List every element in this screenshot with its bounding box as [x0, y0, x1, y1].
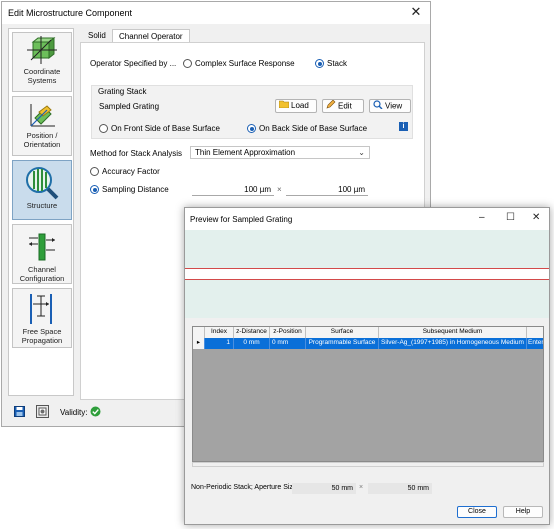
chevron-down-icon: ⌄	[358, 148, 365, 157]
nav-free-space-propagation[interactable]: Free Space Propagation	[12, 288, 72, 348]
cell-subsequent-medium[interactable]: Silver-Ag_(1997+1985) in Homogeneous Med…	[379, 338, 527, 349]
nav-coordinate-systems[interactable]: Coordinate Systems	[12, 32, 72, 92]
cell-z-distance[interactable]: 0 mm	[234, 338, 270, 349]
times-symbol: ×	[277, 185, 282, 194]
cell-index[interactable]: 1	[205, 338, 234, 349]
column-header: Subsequent Medium	[379, 327, 527, 338]
window-title: Edit Microstructure Component	[8, 8, 133, 18]
back-side-label: On Back Side of Base Surface	[259, 124, 368, 133]
front-side-label: On Front Side of Base Surface	[111, 124, 220, 133]
load-button[interactable]: Load	[275, 99, 317, 113]
column-header: Surface	[306, 327, 379, 338]
preview-titlebar: Preview for Sampled Grating – ☐ ✕	[185, 208, 549, 230]
nav-structure[interactable]: Structure	[12, 160, 72, 220]
stack-radio[interactable]	[315, 59, 324, 68]
coordinate-systems-icon	[27, 36, 57, 64]
stack-preview-bottom	[185, 280, 549, 318]
nav-label: Free Space Propagation	[21, 327, 63, 345]
sampling-distance-radio[interactable]	[90, 185, 99, 194]
sampling-distance-label: Sampling Distance	[102, 185, 169, 194]
folder-icon	[278, 100, 290, 112]
operator-label: Operator Specified by ...	[90, 59, 177, 68]
stack-table: Index z-Distance z-Position Surface Subs…	[192, 326, 544, 462]
cell-surface[interactable]: Programmable Surface	[306, 338, 379, 349]
pencil-icon	[326, 99, 336, 113]
accuracy-factor-radio[interactable]	[90, 167, 99, 176]
table-row[interactable]: ▸ 1 0 mm 0 mm Programmable Surface Silve…	[193, 338, 543, 349]
sampling-x-field[interactable]: 100 µm	[192, 184, 274, 196]
complex-surface-response-label: Complex Surface Response	[195, 59, 295, 68]
grating-stack-group: Grating Stack Sampled Grating Load Edit …	[91, 85, 413, 139]
view-label: View	[385, 101, 403, 111]
table-header: Index z-Distance z-Position Surface Subs…	[193, 327, 543, 338]
stack-preview-top	[185, 230, 549, 268]
info-icon[interactable]: i	[399, 122, 408, 131]
minimize-button[interactable]: –	[479, 212, 485, 224]
edit-label: Edit	[338, 101, 352, 111]
horizontal-scrollbar[interactable]	[192, 462, 544, 467]
save-icon[interactable]	[14, 406, 25, 419]
close-window-button[interactable]: ✕	[408, 4, 424, 20]
back-side-radio[interactable]	[247, 124, 256, 133]
aperture-label: Non-Periodic Stack; Aperture Size	[191, 484, 297, 491]
view-button[interactable]: View	[369, 99, 411, 113]
aperture-x-field: 50 mm	[292, 483, 356, 494]
nav-label: Position / Orientation	[23, 131, 61, 149]
sampling-y-field[interactable]: 100 µm	[286, 184, 368, 196]
channel-configuration-icon	[29, 233, 55, 261]
close-preview-button[interactable]: ✕	[532, 212, 540, 224]
preview-gap	[185, 269, 549, 279]
method-label: Method for Stack Analysis	[90, 149, 183, 158]
magnifier-icon	[373, 100, 383, 113]
tab-solid[interactable]: Solid	[82, 29, 112, 43]
nav-label: Channel Configuration	[19, 265, 65, 283]
preview-title: Preview for Sampled Grating	[190, 215, 293, 224]
complex-surface-response-radio[interactable]	[183, 59, 192, 68]
validity-label: Validity:	[60, 408, 88, 417]
method-value: Thin Element Approximation	[195, 148, 296, 157]
stack-name: Sampled Grating	[99, 102, 160, 111]
column-header: Index	[205, 327, 234, 338]
catalog-icon[interactable]	[36, 405, 49, 420]
nav-label: Structure	[26, 201, 58, 210]
preview-window: Preview for Sampled Grating – ☐ ✕ Index …	[184, 207, 550, 525]
times-symbol: ×	[359, 484, 364, 491]
position-orientation-icon	[30, 104, 55, 127]
edit-button[interactable]: Edit	[322, 99, 364, 113]
nav-position-orientation[interactable]: Position / Orientation	[12, 96, 72, 156]
close-button[interactable]: Close	[457, 506, 497, 518]
method-select[interactable]: Thin Element Approximation ⌄	[190, 146, 370, 159]
nav-channel-configuration[interactable]: Channel Configuration	[12, 224, 72, 284]
category-navigation: Coordinate Systems Position / Orientatio…	[8, 28, 74, 396]
main-titlebar: Edit Microstructure Component ✕	[2, 2, 430, 24]
free-space-propagation-icon	[30, 294, 52, 324]
load-label: Load	[291, 101, 309, 111]
help-button[interactable]: Help	[503, 506, 543, 518]
maximize-button[interactable]: ☐	[506, 212, 515, 224]
stack-label: Stack	[327, 59, 348, 68]
column-header	[527, 327, 543, 338]
aperture-y-field: 50 mm	[368, 483, 432, 494]
nav-label: Coordinate Systems	[23, 67, 61, 85]
column-header: z-Distance	[234, 327, 270, 338]
column-header: z-Position	[270, 327, 306, 338]
structure-icon	[26, 167, 59, 200]
tab-channel-operator[interactable]: Channel Operator	[112, 29, 190, 43]
status-bar: Validity:	[8, 405, 208, 421]
column-header	[193, 327, 205, 338]
cell-z-position[interactable]: 0 mm	[270, 338, 306, 349]
validity-ok-icon	[90, 406, 101, 419]
front-side-radio[interactable]	[99, 124, 108, 133]
row-selector-icon[interactable]: ▸	[193, 338, 205, 349]
accuracy-factor-label: Accuracy Factor	[102, 167, 160, 176]
cell-enter[interactable]: Enter	[527, 338, 543, 349]
grating-stack-title: Grating Stack	[98, 87, 147, 96]
